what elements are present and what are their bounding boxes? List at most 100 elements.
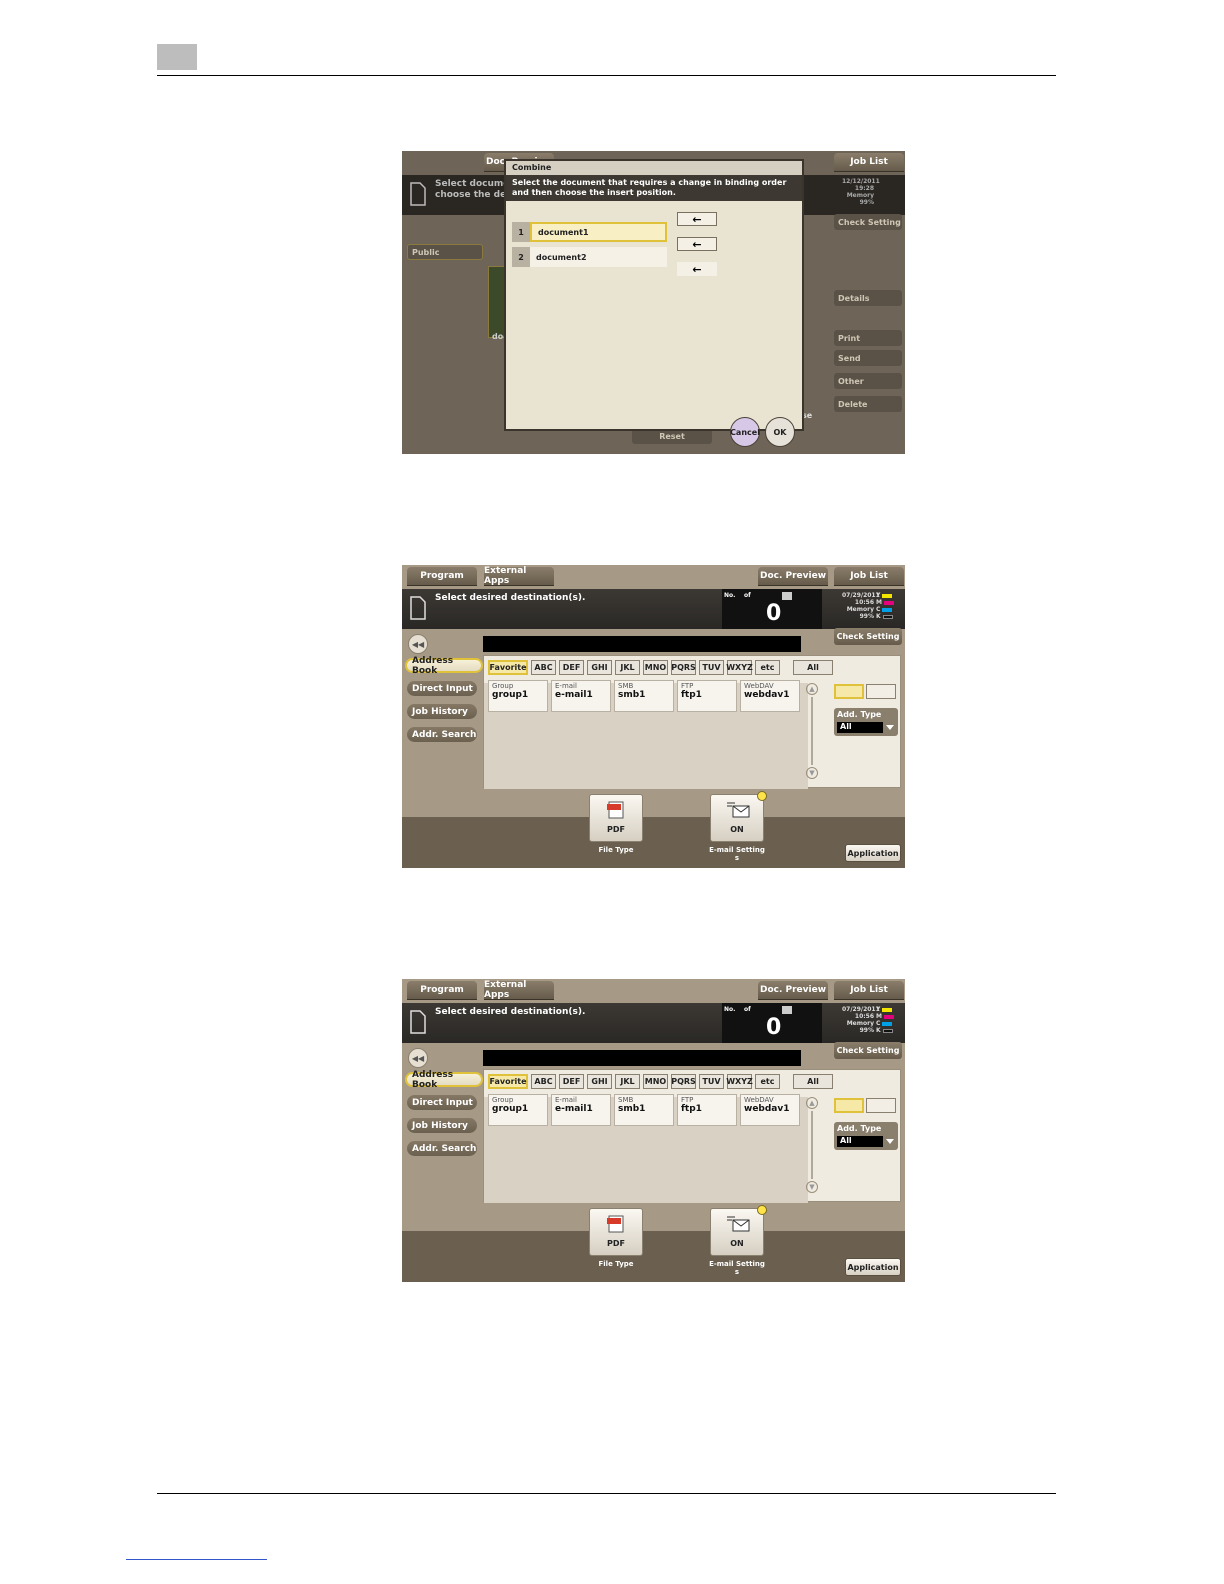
doc-preview-tab[interactable]: Doc. Preview [758, 981, 828, 999]
destination-item[interactable]: Group group1 [488, 1094, 548, 1126]
direct-input-tab[interactable]: Direct Input [407, 1095, 477, 1110]
external-apps-tab[interactable]: External Apps [484, 566, 554, 586]
index-tab[interactable]: All [793, 1074, 833, 1089]
program-tab[interactable]: Program [407, 981, 477, 999]
index-tab[interactable]: TUV [699, 1074, 724, 1089]
grid-view-icon[interactable] [834, 684, 864, 699]
document-row[interactable]: 2 document2 [512, 247, 667, 267]
scroll-track[interactable] [811, 1111, 813, 1179]
destination-item[interactable]: E-mail e-mail1 [551, 1094, 611, 1126]
external-apps-tab[interactable]: External Apps [484, 980, 554, 1000]
toner-label: M [876, 1013, 882, 1020]
scroll-down-icon[interactable]: ▼ [806, 767, 818, 779]
toner-levels: Y M C K [876, 592, 894, 620]
index-tab[interactable]: MNO [643, 1074, 668, 1089]
index-tab[interactable]: PQRS [671, 660, 696, 675]
index-tab[interactable]: MNO [643, 660, 668, 675]
document-name[interactable]: document1 [530, 222, 667, 242]
insert-position-button[interactable]: ← [677, 262, 717, 276]
toner-magenta-bar [883, 600, 894, 605]
destination-type: SMB [618, 1096, 634, 1104]
ok-button[interactable]: OK [765, 417, 795, 447]
public-tab[interactable]: Public [407, 244, 483, 260]
cancel-button[interactable]: Cancel [730, 417, 760, 447]
direct-input-tab[interactable]: Direct Input [407, 681, 477, 696]
application-button[interactable]: Application [845, 844, 901, 862]
other-button[interactable]: Other [834, 373, 902, 389]
details-button[interactable]: Details [834, 290, 902, 306]
back-icon[interactable]: ◀◀ [408, 1048, 428, 1068]
document-name[interactable]: document2 [530, 247, 667, 267]
program-tab[interactable]: Program [407, 567, 477, 585]
send-button[interactable]: Send [834, 350, 902, 366]
index-tab[interactable]: PQRS [671, 1074, 696, 1089]
index-tab[interactable]: WXYZ [726, 1074, 753, 1089]
job-list-tab[interactable]: Job List [834, 981, 904, 999]
destination-item[interactable]: WebDAV webdav1 [740, 1094, 800, 1126]
footer-link-underline[interactable] [126, 1559, 267, 1560]
destination-item[interactable]: FTP ftp1 [677, 1094, 737, 1126]
list-scrollbar[interactable]: ▲ ▼ [806, 1097, 818, 1197]
address-book-tab[interactable]: Address Book [405, 656, 483, 676]
add-type-select[interactable]: Add. Type All [834, 1122, 898, 1150]
job-list-tab[interactable]: Job List [834, 567, 904, 585]
job-list-tab[interactable]: Job List [834, 153, 904, 171]
index-tab[interactable]: All [793, 660, 833, 675]
destination-screenshot: Program External Apps Doc. Preview Job L… [402, 979, 905, 1282]
file-type-value: PDF [607, 1239, 625, 1248]
document-icon [410, 1010, 426, 1034]
index-tab[interactable]: JKL [615, 1074, 640, 1089]
addr-search-tab[interactable]: Addr. Search [407, 1141, 477, 1156]
index-tab[interactable]: TUV [699, 660, 724, 675]
check-setting-button[interactable]: Check Setting [834, 628, 902, 645]
list-view-icon[interactable] [866, 1098, 896, 1113]
index-tab[interactable]: ABC [531, 1074, 556, 1089]
scroll-down-icon[interactable]: ▼ [806, 1181, 818, 1193]
destination-item[interactable]: E-mail e-mail1 [551, 680, 611, 712]
index-tab[interactable]: ABC [531, 660, 556, 675]
file-type-button[interactable]: PDF [589, 1208, 643, 1256]
file-type-button[interactable]: PDF [589, 794, 643, 842]
index-tab[interactable]: DEF [559, 1074, 584, 1089]
add-type-select[interactable]: Add. Type All [834, 708, 898, 736]
index-tab[interactable]: JKL [615, 660, 640, 675]
index-tab[interactable]: etc [755, 660, 780, 675]
check-setting-button[interactable]: Check Setting [834, 1042, 902, 1059]
index-tab[interactable]: etc [755, 1074, 780, 1089]
back-icon[interactable]: ◀◀ [408, 634, 428, 654]
address-book-tab[interactable]: Address Book [405, 1070, 483, 1090]
destination-input-bar[interactable] [483, 636, 801, 652]
destination-item[interactable]: Group group1 [488, 680, 548, 712]
scroll-up-icon[interactable]: ▲ [806, 683, 818, 695]
job-history-tab[interactable]: Job History [407, 704, 477, 719]
index-tab[interactable]: DEF [559, 660, 584, 675]
print-button[interactable]: Print [834, 330, 902, 346]
email-setting-button[interactable]: ON [710, 1208, 764, 1256]
destination-input-bar[interactable] [483, 1050, 801, 1066]
application-button[interactable]: Application [845, 1258, 901, 1276]
destination-item[interactable]: SMB smb1 [614, 1094, 674, 1126]
index-tab[interactable]: Favorite [488, 660, 528, 675]
destination-item[interactable]: WebDAV webdav1 [740, 680, 800, 712]
index-tab[interactable]: GHI [587, 660, 612, 675]
insert-position-button[interactable]: ← [677, 212, 717, 226]
list-view-icon[interactable] [866, 684, 896, 699]
list-scrollbar[interactable]: ▲ ▼ [806, 683, 818, 783]
job-history-tab[interactable]: Job History [407, 1118, 477, 1133]
check-setting-button[interactable]: Check Setting [834, 214, 902, 230]
index-tab[interactable]: Favorite [488, 1074, 528, 1089]
index-tab[interactable]: GHI [587, 1074, 612, 1089]
addr-search-tab[interactable]: Addr. Search [407, 727, 477, 742]
bottom-bar [402, 1231, 905, 1282]
document-row[interactable]: 1 document1 [512, 222, 667, 242]
insert-position-button[interactable]: ← [677, 237, 717, 251]
scroll-track[interactable] [811, 697, 813, 765]
scroll-up-icon[interactable]: ▲ [806, 1097, 818, 1109]
grid-view-icon[interactable] [834, 1098, 864, 1113]
email-setting-button[interactable]: ON [710, 794, 764, 842]
destination-item[interactable]: FTP ftp1 [677, 680, 737, 712]
doc-preview-tab[interactable]: Doc. Preview [758, 567, 828, 585]
delete-button[interactable]: Delete [834, 396, 902, 412]
index-tab[interactable]: WXYZ [726, 660, 753, 675]
destination-item[interactable]: SMB smb1 [614, 680, 674, 712]
